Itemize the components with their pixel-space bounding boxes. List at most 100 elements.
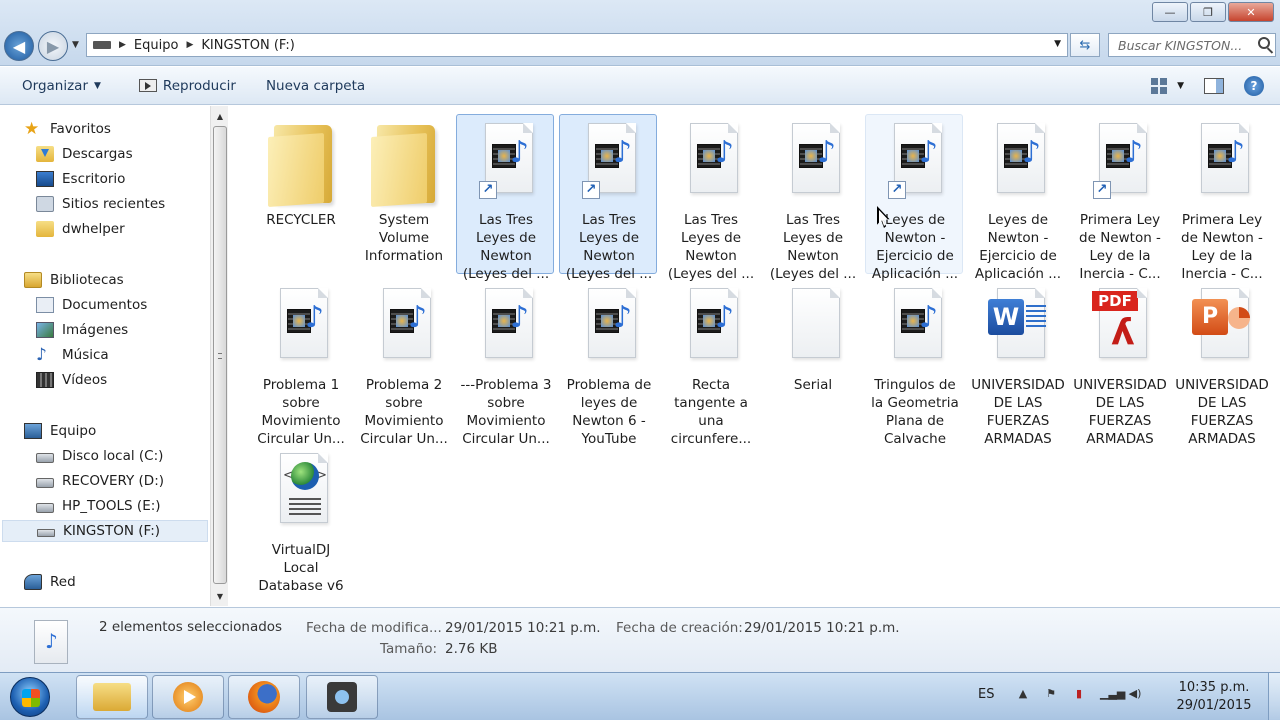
nav-item-disco-local-c[interactable]: Disco local (C:) xyxy=(0,445,163,467)
back-button[interactable]: ◀ xyxy=(4,31,34,61)
drive-icon xyxy=(93,41,111,49)
file-list: RECYCLER System Volume Information ♪ ↗ Las T… xyxy=(229,106,1280,606)
nav-libraries[interactable]: Bibliotecas xyxy=(0,269,124,291)
file-item[interactable]: ♪ Leyes de Newton - Ejercicio de Aplicaci… xyxy=(968,114,1066,282)
search-input[interactable]: Buscar KINGSTON... xyxy=(1108,33,1276,57)
nav-item-label: KINGSTON (F:) xyxy=(63,523,161,539)
nav-item-recovery-d[interactable]: RECOVERY (D:) xyxy=(0,470,164,492)
nav-favorites[interactable]: ★ Favoritos xyxy=(0,118,111,140)
created-value[interactable]: 29/01/2015 10:21 p.m. xyxy=(744,620,900,636)
file-item[interactable]: < > VirtualDJ Local Database v6 xyxy=(251,444,349,604)
file-item[interactable]: PDF ʎ UNIVERSIDAD DE LAS FUERZAS ARMADAS xyxy=(1070,279,1168,447)
breadcrumb-equipo[interactable]: Equipo xyxy=(134,38,179,53)
file-item[interactable]: ♪ ↗ Leyes de Newton - Ejercicio de Aplicac… xyxy=(865,114,963,282)
views-icon[interactable] xyxy=(1151,78,1168,94)
window-titlebar: — ❐ ✕ ◀ ▶ ▼ ▶ Equipo ▶ KINGSTON (F:) ▼ ⇆… xyxy=(0,0,1280,66)
new-folder-label: Nueva carpeta xyxy=(265,77,366,94)
file-item[interactable]: ♪ Tringulos de la Geometria Plana de Calv… xyxy=(865,279,963,447)
file-name: UNIVERSIDAD DE LAS FUERZAS ARMADAS xyxy=(1175,377,1269,447)
nav-item-label: HP_TOOLS (E:) xyxy=(62,498,161,514)
power-icon[interactable]: ▮ xyxy=(1072,687,1086,701)
scroll-thumb[interactable] xyxy=(213,126,227,584)
file-item[interactable]: ♪ Las Tres Leyes de Newton (Leyes del ... xyxy=(763,114,861,282)
nav-computer[interactable]: Equipo xyxy=(0,420,96,442)
file-item[interactable]: Serial xyxy=(763,279,861,439)
shortcut-arrow-icon: ↗ xyxy=(479,181,497,199)
file-name: Las Tres Leyes de Newton (Leyes del ... xyxy=(565,212,653,282)
address-bar[interactable]: ▶ Equipo ▶ KINGSTON (F:) ▼ xyxy=(86,33,1068,57)
file-item[interactable]: ♪ Recta tangente a una circunfere... xyxy=(661,279,759,447)
breadcrumb-separator-icon[interactable]: ▶ xyxy=(119,40,126,50)
nav-item-documentos[interactable]: Documentos xyxy=(0,294,147,316)
scroll-up-icon[interactable]: ▲ xyxy=(211,108,229,124)
file-item[interactable]: ♪ Problema 1 sobre Movimiento Circular Un… xyxy=(251,279,349,447)
forward-button[interactable]: ▶ xyxy=(38,31,68,61)
close-button[interactable]: ✕ xyxy=(1228,2,1274,22)
tray-expand-icon[interactable]: ▲ xyxy=(1016,687,1030,701)
file-item[interactable]: System Volume Information xyxy=(354,114,452,274)
file-name: Las Tres Leyes de Newton (Leyes del ... xyxy=(462,212,550,282)
media-file-icon: ♪ xyxy=(578,286,642,366)
show-desktop-button[interactable] xyxy=(1268,673,1280,720)
media-file-icon: ♪ xyxy=(373,286,437,366)
search-icon[interactable] xyxy=(1258,37,1270,49)
nav-item-hp-tools-e[interactable]: HP_TOOLS (E:) xyxy=(0,495,161,517)
file-item[interactable]: ♪ ---Problema 3 sobre Movimiento Circular… xyxy=(456,279,554,447)
volume-icon[interactable]: ◀) xyxy=(1128,687,1142,701)
minimize-button[interactable]: — xyxy=(1152,2,1188,22)
preview-pane-icon[interactable] xyxy=(1204,78,1224,94)
file-item[interactable]: ♪ ↗ Las Tres Leyes de Newton (Leyes del ..… xyxy=(559,114,657,282)
start-button[interactable] xyxy=(10,677,50,717)
views-dropdown-icon[interactable]: ▼ xyxy=(1177,81,1184,91)
nav-item-imagenes[interactable]: Imágenes xyxy=(0,319,128,341)
file-name: RECYCLER xyxy=(266,212,336,228)
organize-label: Organizar xyxy=(22,77,88,94)
clock[interactable]: 10:35 p.m. 29/01/2015 xyxy=(1162,679,1266,715)
address-dropdown-icon[interactable]: ▼ xyxy=(1054,39,1061,49)
file-item[interactable]: ♪ ↗ Las Tres Leyes de Newton (Leyes del ..… xyxy=(456,114,554,282)
nav-item-sitios-recientes[interactable]: Sitios recientes xyxy=(0,193,165,215)
breadcrumb-kingston[interactable]: KINGSTON (F:) xyxy=(201,38,294,53)
organize-menu[interactable]: Organizar ▼ xyxy=(0,67,111,104)
refresh-button[interactable]: ⇆ xyxy=(1070,33,1100,57)
nav-network[interactable]: Red xyxy=(0,571,76,593)
file-item[interactable]: ♪ ↗ Primera Ley de Newton - Ley de la Iner… xyxy=(1070,114,1168,282)
breadcrumb-separator-icon[interactable]: ▶ xyxy=(186,40,193,50)
language-indicator[interactable]: ES xyxy=(978,687,994,702)
file-item[interactable]: ♪ Problema de leyes de Newton 6 - YouTube xyxy=(559,279,657,447)
nav-item-escritorio[interactable]: Escritorio xyxy=(0,168,125,190)
clock-time: 10:35 p.m. xyxy=(1178,680,1250,695)
scroll-down-icon[interactable]: ▼ xyxy=(211,588,229,604)
file-name: System Volume Information xyxy=(364,212,444,264)
play-button[interactable]: Reproducir xyxy=(129,67,246,104)
taskbar-recorder[interactable] xyxy=(306,675,378,719)
modified-label: Fecha de modifica... xyxy=(306,620,442,636)
command-bar: Organizar ▼ Reproducir Nueva carpeta ▼ ? xyxy=(0,67,1280,105)
network-signal-icon[interactable]: ▁▃▅ xyxy=(1100,687,1125,701)
nav-item-descargas[interactable]: Descargas xyxy=(0,143,133,165)
file-name: Tringulos de la Geometria Plana de Calva… xyxy=(871,377,959,447)
help-icon[interactable]: ? xyxy=(1244,76,1264,96)
nav-item-videos[interactable]: Vídeos xyxy=(0,369,107,391)
file-item[interactable]: ♪ Problema 2 sobre Movimiento Circular Un… xyxy=(354,279,452,447)
file-name: Primera Ley de Newton - Ley de la Inerci… xyxy=(1079,212,1161,282)
nav-item-kingston-f[interactable]: KINGSTON (F:) xyxy=(2,520,208,542)
taskbar-media-player[interactable] xyxy=(152,675,224,719)
nav-item-musica[interactable]: ♪ Música xyxy=(0,344,109,366)
taskbar-explorer[interactable] xyxy=(76,675,148,719)
file-item[interactable]: P UNIVERSIDAD DE LAS FUERZAS ARMADAS xyxy=(1172,279,1270,447)
file-item[interactable]: ♪ Primera Ley de Newton - Ley de la Inerc… xyxy=(1172,114,1270,282)
nav-item-dwhelper[interactable]: dwhelper xyxy=(0,218,125,240)
file-item[interactable]: RECYCLER xyxy=(251,114,349,274)
taskbar-firefox[interactable] xyxy=(228,675,300,719)
new-folder-button[interactable]: Nueva carpeta xyxy=(256,67,375,104)
nav-item-label: Disco local (C:) xyxy=(62,448,164,464)
details-pane: ♪ 2 elementos seleccionados Fecha de mod… xyxy=(0,607,1280,672)
file-item[interactable]: ♪ Las Tres Leyes de Newton (Leyes del ... xyxy=(661,114,759,282)
maximize-button[interactable]: ❐ xyxy=(1190,2,1226,22)
nav-scrollbar[interactable]: ▲ ▼ xyxy=(210,106,228,606)
modified-value[interactable]: 29/01/2015 10:21 p.m. xyxy=(445,620,601,636)
flag-icon[interactable]: ⚑ xyxy=(1044,687,1058,701)
file-item[interactable]: W UNIVERSIDAD DE LAS FUERZAS ARMADAS xyxy=(968,279,1066,447)
recent-pages-dropdown[interactable]: ▼ xyxy=(72,40,79,50)
